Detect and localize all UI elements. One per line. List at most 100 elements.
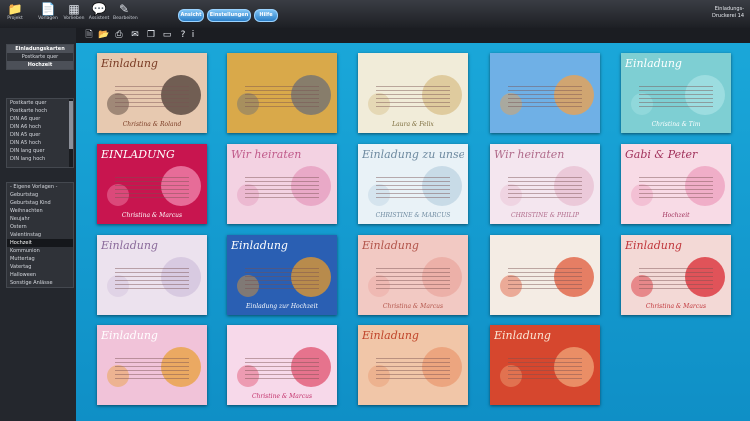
help-icon[interactable]: ?	[178, 30, 188, 40]
toolbar-projekt-button[interactable]: 📁 Projekt	[4, 2, 26, 22]
format-item[interactable]: DIN A5 hoch	[7, 139, 73, 147]
app-branding: Einladungs- Druckerei 14	[684, 6, 744, 20]
card-title: Einladung zu unserer Hochzeit	[362, 149, 464, 161]
open-folder-icon[interactable]: 📂	[98, 30, 109, 40]
export-icon[interactable]: ▭	[162, 30, 172, 40]
card-title: Wir heiraten	[494, 149, 565, 161]
main-toolbar: 📁 Projekt 📄 Vorlagen ▦ Vorlieben 💬 Assis…	[0, 0, 750, 29]
card-subtitle: Christina & Marcus	[382, 303, 444, 310]
template-card[interactable]: Laura & Felix	[358, 53, 468, 133]
hilfe-button[interactable]: Hilfe	[254, 9, 278, 22]
template-card[interactable]: Einladung	[358, 325, 468, 405]
toolbar-label: Bearbeiten	[113, 16, 138, 21]
template-card[interactable]: Einladung zu unserer Hochzeit CHRISTINE &…	[358, 144, 468, 224]
card-text-lines	[639, 265, 713, 289]
template-card[interactable]: Christine & Marcus	[227, 325, 337, 405]
category-item[interactable]: Hochzeit	[7, 61, 73, 69]
toolbar-vorlagen-button[interactable]: 📄 Vorlagen	[37, 2, 59, 22]
occasion-item[interactable]: Geburtstag	[7, 191, 73, 199]
format-item[interactable]: Postkarte hoch	[7, 107, 73, 115]
card-text-lines	[245, 174, 319, 198]
einstellungen-button[interactable]: Einstellungen	[207, 9, 251, 22]
format-list-scrollbar[interactable]	[69, 99, 73, 167]
template-card[interactable]: Einladung	[97, 235, 207, 315]
template-card[interactable]: Wir heiraten CHRISTINE & PHILIP	[490, 144, 600, 224]
toolbar-vorlieben-button[interactable]: ▦ Vorlieben	[63, 2, 85, 22]
template-card[interactable]	[227, 53, 337, 133]
card-text-lines	[115, 355, 189, 379]
card-title: Wir heiraten	[231, 149, 302, 161]
category-item[interactable]: Postkarte quer	[7, 53, 73, 61]
card-text-lines	[508, 174, 582, 198]
occasion-item[interactable]: Valentinstag	[7, 231, 73, 239]
card-title: Einladung	[101, 240, 158, 252]
format-item[interactable]: DIN lang hoch	[7, 155, 73, 163]
occasion-item[interactable]: Ostern	[7, 223, 73, 231]
mail-icon[interactable]: ✉	[130, 30, 140, 40]
template-card[interactable]: Wir heiraten	[227, 144, 337, 224]
occasion-item[interactable]: - Eigene Vorlagen -	[7, 183, 73, 191]
card-text-lines	[245, 355, 319, 379]
folder-icon: 📁	[7, 2, 23, 16]
card-title: Einladung	[362, 330, 419, 342]
template-card[interactable]: Einladung Christina & Roland	[97, 53, 207, 133]
format-item[interactable]: DIN A6 hoch	[7, 123, 73, 131]
ansicht-button[interactable]: Ansicht	[178, 9, 204, 22]
card-text-lines	[639, 174, 713, 198]
template-card[interactable]: Einladung Einladung zur Hochzeit	[227, 235, 337, 315]
occasion-item[interactable]: Hochzeit	[7, 239, 73, 247]
template-card[interactable]: Einladung	[97, 325, 207, 405]
occasion-item[interactable]: Weihnachten	[7, 207, 73, 215]
card-text-lines	[376, 265, 450, 289]
template-card[interactable]: Gabi & Peter Hochzeit	[621, 144, 731, 224]
category-list: Einladungskarten Postkarte quer Hochzeit	[6, 44, 74, 70]
copy-icon[interactable]: ❐	[146, 30, 156, 40]
card-text-lines	[508, 265, 582, 289]
template-card[interactable]: Einladung Christina & Marcus	[621, 235, 731, 315]
template-card[interactable]	[490, 235, 600, 315]
occasion-item[interactable]: Halloween	[7, 271, 73, 279]
format-item[interactable]: DIN A6 quer	[7, 115, 73, 123]
card-subtitle: Hochzeit	[662, 212, 690, 219]
toolbar-assistent-button[interactable]: 💬 Assistent	[88, 2, 110, 22]
card-title: Einladung	[625, 58, 682, 70]
card-subtitle: CHRISTINE & PHILIP	[510, 212, 579, 219]
toolbar-label: Vorlieben	[63, 16, 85, 21]
template-card[interactable]: Einladung	[490, 325, 600, 405]
occasion-item[interactable]: Vatertag	[7, 263, 73, 271]
app-name-line2: Druckerei 14	[712, 13, 744, 19]
template-card[interactable]	[490, 53, 600, 133]
card-title: EINLADUNG	[101, 149, 175, 161]
card-title: Gabi & Peter	[625, 149, 698, 161]
occasion-item[interactable]: Muttertag	[7, 255, 73, 263]
occasion-item[interactable]: Sonstige Anlässe	[7, 279, 73, 287]
card-subtitle: CHRISTINE & MARCUS	[375, 212, 451, 219]
occasion-item[interactable]: Neujahr	[7, 215, 73, 223]
info-icon[interactable]: i	[188, 30, 198, 40]
card-subtitle: Christina & Marcus	[121, 212, 183, 219]
template-card[interactable]: Einladung Christina & Tim	[621, 53, 731, 133]
card-text-lines	[508, 83, 582, 107]
card-text-lines	[115, 83, 189, 107]
card-title: Einladung	[101, 330, 158, 342]
card-title: Einladung	[494, 330, 551, 342]
card-text-lines	[245, 83, 319, 107]
format-list: Postkarte quer Postkarte hoch DIN A6 quer D…	[6, 98, 74, 168]
occasion-item[interactable]: Kommunion	[7, 247, 73, 255]
sidebar: Einladungskarten Postkarte quer Hochzeit P…	[0, 28, 76, 421]
toolbar-label: Assistent	[88, 16, 110, 21]
format-item[interactable]: DIN A5 quer	[7, 131, 73, 139]
template-card[interactable]: EINLADUNG Christina & Marcus	[97, 144, 207, 224]
category-item[interactable]: Einladungskarten	[7, 45, 73, 53]
toolbar-bearbeiten-button[interactable]: ✎ Bearbeiten	[113, 2, 138, 22]
template-card[interactable]: Einladung Christina & Marcus	[358, 235, 468, 315]
card-subtitle: Christina & Roland	[122, 121, 182, 128]
new-doc-icon[interactable]: 🗎	[84, 30, 94, 40]
format-item[interactable]: Postkarte quer	[7, 99, 73, 107]
card-text-lines	[376, 83, 450, 107]
grid-icon: ▦	[68, 2, 80, 16]
print-icon[interactable]: ⎙	[114, 30, 124, 40]
occasion-item[interactable]: Geburtstag Kind	[7, 199, 73, 207]
card-text-lines	[245, 265, 319, 289]
format-item[interactable]: DIN lang quer	[7, 147, 73, 155]
